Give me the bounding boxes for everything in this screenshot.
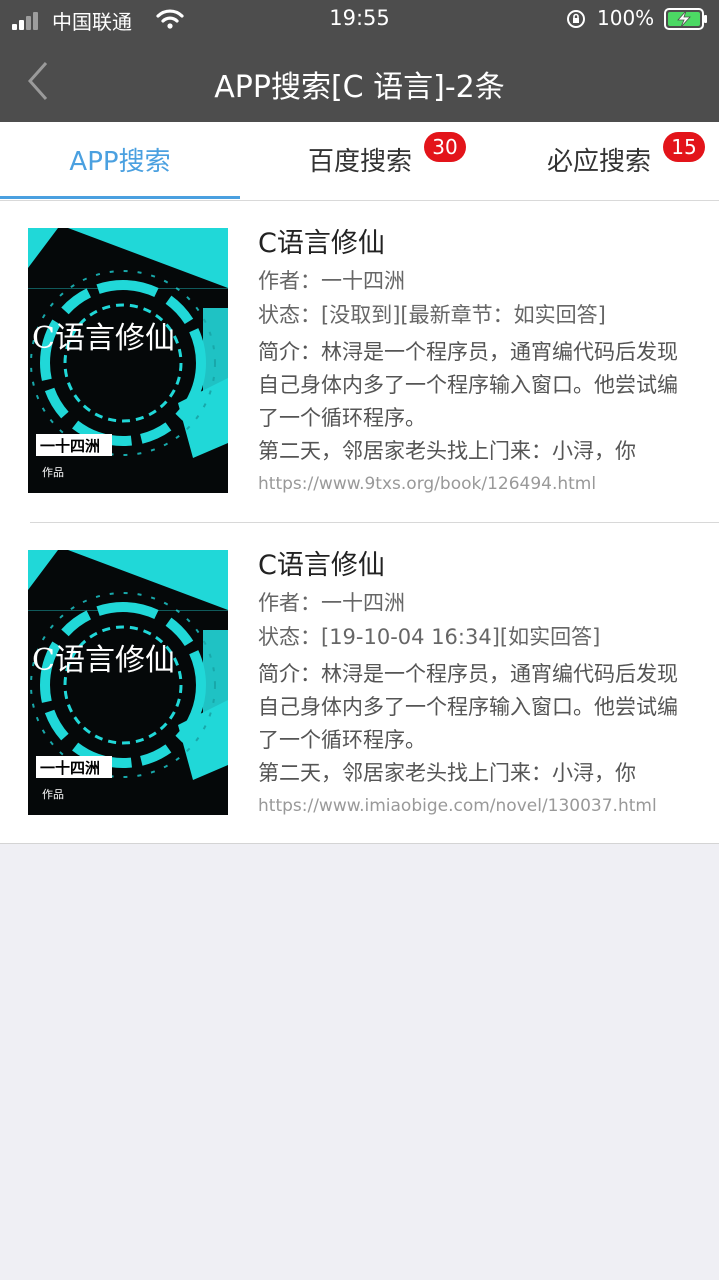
cover-works-label: 作品 [42, 466, 64, 479]
list-item[interactable]: C语言修仙 一十四洲 作品 C语言修仙 作者：一十四洲 状态：[19-10-04… [0, 523, 719, 844]
book-info: C语言修仙 作者：一十四洲 状态：[19-10-04 16:34][如实回答] … [258, 548, 698, 821]
book-author: 作者：一十四洲 [258, 591, 405, 615]
book-info: C语言修仙 作者：一十四洲 状态：[没取到][最新章节：如实回答] 简介：林浔是… [258, 226, 698, 499]
book-intro: 简介：林浔是一个程序员，通宵编代码后发现自己身体内多了一个程序输入窗口。他尝试编… [258, 340, 678, 463]
cover-works-label: 作品 [42, 788, 64, 801]
source-url: https://www.imiaobige.com/novel/130037.h… [258, 796, 657, 816]
list-item[interactable]: C语言修仙 一十四洲 作品 C语言修仙 作者：一十四洲 状态：[没取到][最新章… [0, 201, 719, 523]
cover-title: C语言修仙 [32, 321, 175, 356]
source-url: https://www.9txs.org/book/126494.html [258, 474, 597, 494]
cover-title: C语言修仙 [32, 643, 175, 678]
page-title: APP搜索[C 语言]-2条 [214, 70, 505, 105]
battery-charging-icon [664, 8, 707, 30]
cover-author: 一十四洲 [40, 437, 100, 455]
tab-bar: APP搜索 百度搜索 30 必应搜索 15 [0, 122, 719, 201]
header: 中国联通 19:55 100% APP搜索[C 语言]-2条 [0, 0, 719, 122]
tab-label: APP搜索 [69, 147, 171, 177]
book-author: 作者：一十四洲 [258, 269, 405, 293]
battery-percent: 100% [597, 6, 655, 30]
tab-bing-search[interactable]: 必应搜索 15 [479, 122, 719, 200]
tab-app-search[interactable]: APP搜索 [0, 122, 240, 200]
book-cover: C语言修仙 一十四洲 作品 [28, 550, 228, 815]
count-badge: 15 [663, 132, 705, 162]
active-tab-indicator [0, 196, 240, 199]
orientation-lock-icon [567, 10, 585, 28]
count-badge: 30 [424, 132, 466, 162]
tab-label: 百度搜索 [307, 147, 412, 177]
book-title: C语言修仙 [258, 550, 385, 581]
tab-label: 必应搜索 [546, 147, 651, 177]
book-status: 状态：[19-10-04 16:34][如实回答] [258, 625, 601, 649]
book-title: C语言修仙 [258, 228, 385, 259]
book-cover: C语言修仙 一十四洲 作品 [28, 228, 228, 493]
tab-baidu-search[interactable]: 百度搜索 30 [240, 122, 480, 200]
nav-bar: APP搜索[C 语言]-2条 [0, 40, 719, 122]
result-list: C语言修仙 一十四洲 作品 C语言修仙 作者：一十四洲 状态：[没取到][最新章… [0, 201, 719, 844]
book-intro: 简介：林浔是一个程序员，通宵编代码后发现自己身体内多了一个程序输入窗口。他尝试编… [258, 662, 678, 785]
status-bar: 中国联通 19:55 100% [0, 0, 719, 40]
cover-author: 一十四洲 [40, 759, 100, 777]
book-status: 状态：[没取到][最新章节：如实回答] [258, 303, 606, 327]
